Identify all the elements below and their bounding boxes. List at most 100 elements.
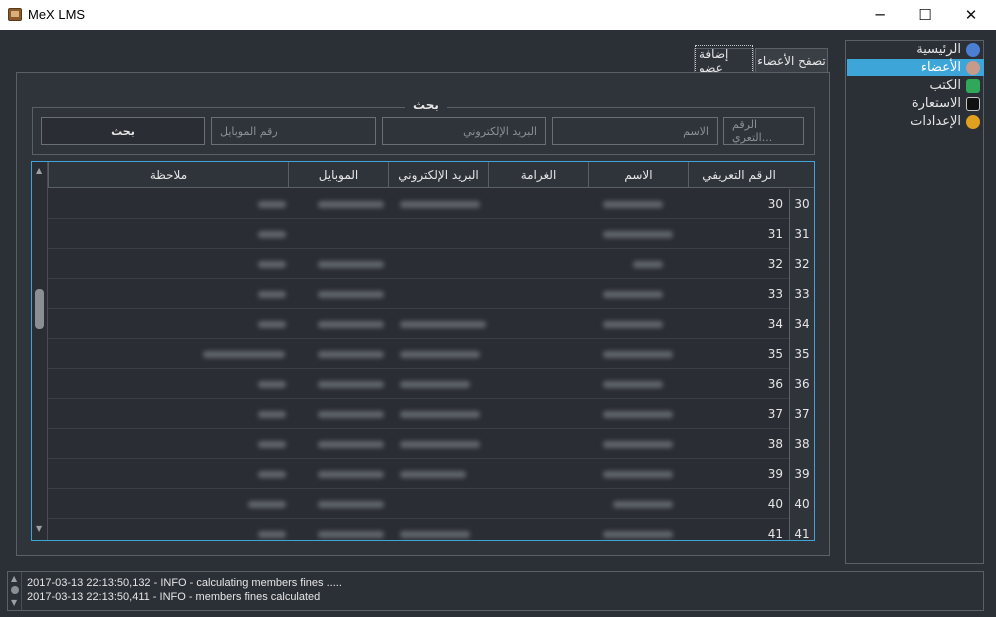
- redacted-note: [258, 321, 286, 328]
- table-row[interactable]: 31 31: [48, 219, 814, 249]
- redacted-mobile: [318, 261, 384, 268]
- member-id: 41: [767, 527, 783, 541]
- redacted-name: [613, 501, 673, 508]
- redacted-note: [258, 381, 286, 388]
- row-number: 35: [789, 339, 814, 369]
- title-bar: MeX LMS ─ ☐ ✕: [0, 0, 996, 30]
- scroll-down-icon[interactable]: ▼: [36, 524, 42, 533]
- scroll-up-icon[interactable]: ▲: [36, 166, 42, 175]
- table-row[interactable]: 41 41: [48, 519, 814, 541]
- member-id-field[interactable]: الرقم التعري...: [723, 117, 804, 145]
- header-mobile[interactable]: الموبايل: [288, 162, 388, 188]
- member-id: 35: [767, 347, 783, 361]
- table-row[interactable]: 40 40: [48, 489, 814, 519]
- redacted-name: [603, 531, 673, 538]
- redacted-note: [258, 411, 286, 418]
- redacted-name: [603, 381, 663, 388]
- member-id: 39: [767, 467, 783, 481]
- header-id[interactable]: الرقم التعريفي: [688, 162, 789, 188]
- member-id: 31: [767, 227, 783, 241]
- email-field[interactable]: البريد الإلكتروني: [382, 117, 546, 145]
- row-number: 39: [789, 459, 814, 489]
- members-table[interactable]: ▲ ▼ الرقم التعريفي الاسم الغرامة البريد …: [31, 161, 815, 541]
- close-button[interactable]: ✕: [948, 0, 994, 30]
- table-row[interactable]: 33 33: [48, 279, 814, 309]
- redacted-name: [633, 261, 663, 268]
- redacted-note: [248, 501, 286, 508]
- table-scrollbar[interactable]: ▲ ▼: [32, 162, 48, 540]
- minimize-button[interactable]: ─: [857, 0, 903, 30]
- mobile-placeholder: رقم الموبايل: [220, 124, 278, 138]
- table-row[interactable]: 38 38: [48, 429, 814, 459]
- sidebar-item-home[interactable]: الرئيسية: [847, 41, 984, 58]
- scroll-up-icon[interactable]: ▲: [11, 574, 17, 583]
- header-email[interactable]: البريد الإلكتروني: [388, 162, 488, 188]
- row-number: 40: [789, 489, 814, 519]
- table-row[interactable]: 34 34: [48, 309, 814, 339]
- redacted-email: [400, 201, 480, 208]
- redacted-email: [400, 411, 480, 418]
- redacted-email: [400, 321, 486, 328]
- row-number: 41: [789, 519, 814, 540]
- log-line: 2017-03-13 22:13:50,411 - INFO - members…: [27, 591, 321, 603]
- maximize-button[interactable]: ☐: [902, 0, 948, 30]
- row-number: 31: [789, 219, 814, 249]
- tab-label: تصفح الأعضاء: [757, 53, 826, 68]
- table-row[interactable]: 32 32: [48, 249, 814, 279]
- member-id-placeholder: الرقم التعري...: [732, 118, 773, 144]
- redacted-note: [258, 531, 286, 538]
- redacted-name: [603, 231, 673, 238]
- sidebar-item-books[interactable]: الكتب: [847, 77, 984, 94]
- redacted-note: [203, 351, 285, 358]
- redacted-name: [603, 351, 673, 358]
- row-number: 38: [789, 429, 814, 459]
- table-row[interactable]: 30 30: [48, 189, 814, 219]
- member-id: 40: [767, 497, 783, 511]
- redacted-note: [258, 201, 286, 208]
- member-id: 38: [767, 437, 783, 451]
- redacted-mobile: [318, 471, 384, 478]
- member-id: 37: [767, 407, 783, 421]
- redacted-note: [258, 471, 286, 478]
- redacted-note: [258, 261, 286, 268]
- table-row[interactable]: 35 35: [48, 339, 814, 369]
- row-number: 30: [789, 189, 814, 219]
- redacted-note: [258, 231, 286, 238]
- users-icon: [966, 60, 980, 75]
- sidebar-item-settings[interactable]: الإعدادات: [847, 113, 984, 130]
- home-icon: [966, 42, 980, 57]
- redacted-note: [258, 441, 286, 448]
- app-logo-icon: [8, 8, 22, 21]
- tab-browse-members[interactable]: تصفح الأعضاء: [755, 48, 828, 72]
- sidebar-item-members[interactable]: الأعضاء: [847, 59, 984, 76]
- scroll-thumb[interactable]: [11, 586, 19, 594]
- name-field[interactable]: الاسم: [552, 117, 718, 145]
- redacted-name: [603, 321, 663, 328]
- table-row[interactable]: 37 37: [48, 399, 814, 429]
- header-fine[interactable]: الغرامة: [488, 162, 588, 188]
- header-name[interactable]: الاسم: [588, 162, 688, 188]
- table-row[interactable]: 39 39: [48, 459, 814, 489]
- row-number: 36: [789, 369, 814, 399]
- scroll-thumb[interactable]: [35, 289, 44, 329]
- sidebar-item-borrowing[interactable]: الاستعارة: [847, 95, 984, 112]
- redacted-mobile: [318, 321, 384, 328]
- row-number: 34: [789, 309, 814, 339]
- sidebar-item-label: الكتب: [929, 78, 961, 93]
- mobile-field[interactable]: رقم الموبايل: [211, 117, 376, 145]
- email-placeholder: البريد الإلكتروني: [463, 124, 537, 138]
- scroll-down-icon[interactable]: ▼: [11, 598, 17, 607]
- search-legend: بحث: [405, 98, 447, 112]
- search-button[interactable]: بحث: [41, 117, 205, 145]
- member-id: 30: [767, 197, 783, 211]
- log-panel[interactable]: ▲ ▼ 2017-03-13 22:13:50,132 - INFO - cal…: [7, 571, 984, 611]
- row-number: 33: [789, 279, 814, 309]
- redacted-mobile: [318, 411, 384, 418]
- redacted-name: [603, 411, 673, 418]
- redacted-name: [603, 201, 663, 208]
- table-row[interactable]: 36 36: [48, 369, 814, 399]
- sidebar: الرئيسية الأعضاء الكتب الاستعارة الإعداد…: [845, 40, 984, 564]
- log-scrollbar[interactable]: ▲ ▼: [8, 572, 22, 610]
- tab-add-member[interactable]: إضافة عضو: [694, 45, 754, 77]
- header-note[interactable]: ملاحظة: [48, 162, 288, 188]
